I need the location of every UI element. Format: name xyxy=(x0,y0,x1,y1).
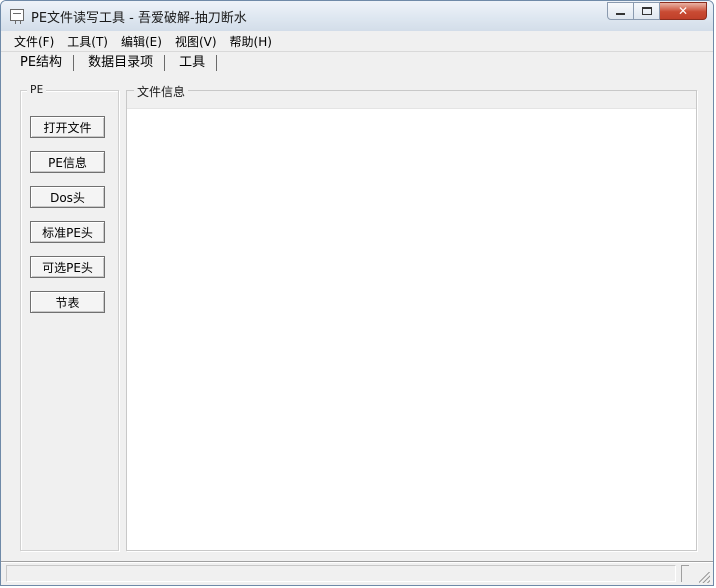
maximize-icon xyxy=(641,7,652,15)
tab-pe-structure[interactable]: PE结构 xyxy=(5,55,75,71)
optional-pe-header-button[interactable]: 可选PE头 xyxy=(30,256,105,278)
menu-view[interactable]: 视图(V) xyxy=(168,33,223,50)
menu-edit[interactable]: 编辑(E) xyxy=(114,33,168,50)
menu-bar: 文件(F) 工具(T) 编辑(E) 视图(V) 帮助(H) xyxy=(1,31,713,52)
file-info-legend: 文件信息 xyxy=(134,83,189,100)
status-bar xyxy=(1,561,713,585)
window-title: PE文件读写工具 - 吾爱破解-抽刀断水 xyxy=(31,11,247,26)
app-window: PE文件读写工具 - 吾爱破解-抽刀断水 ✕ 文件(F) 工具(T) 编辑(E)… xyxy=(0,0,714,586)
tab-bar: PE结构 数据目录项 工具 xyxy=(1,53,713,73)
file-info-groupbox: 文件信息 xyxy=(126,83,697,551)
menu-tools[interactable]: 工具(T) xyxy=(60,33,114,50)
dos-header-button[interactable]: Dos头 xyxy=(30,186,105,208)
file-info-header xyxy=(127,91,696,108)
menu-file[interactable]: 文件(F) xyxy=(7,33,60,50)
tab-data-directory[interactable]: 数据目录项 xyxy=(74,55,166,71)
minimize-icon xyxy=(616,13,625,15)
status-separator xyxy=(681,565,689,582)
pe-info-button[interactable]: PE信息 xyxy=(30,151,105,173)
file-info-content[interactable] xyxy=(127,108,696,550)
pe-groupbox: PE 打开文件 PE信息 Dos头 标准PE头 可选PE头 节表 xyxy=(20,83,119,551)
main-panel: PE 打开文件 PE信息 Dos头 标准PE头 可选PE头 节表 文件信息 xyxy=(1,74,713,560)
resize-grip-icon[interactable] xyxy=(699,572,710,583)
app-icon[interactable] xyxy=(10,9,24,24)
status-panel xyxy=(6,565,676,582)
caption-buttons: ✕ xyxy=(607,2,707,21)
title-bar[interactable]: PE文件读写工具 - 吾爱破解-抽刀断水 ✕ xyxy=(1,1,713,32)
maximize-button[interactable] xyxy=(634,2,660,20)
close-button[interactable]: ✕ xyxy=(660,2,707,20)
section-table-button[interactable]: 节表 xyxy=(30,291,105,313)
open-file-button[interactable]: 打开文件 xyxy=(30,116,105,138)
minimize-button[interactable] xyxy=(607,2,634,20)
tab-tools[interactable]: 工具 xyxy=(165,55,218,71)
menu-help[interactable]: 帮助(H) xyxy=(223,33,278,50)
pe-group-legend: PE xyxy=(27,83,47,96)
close-icon: ✕ xyxy=(677,4,689,18)
standard-pe-header-button[interactable]: 标准PE头 xyxy=(30,221,105,243)
